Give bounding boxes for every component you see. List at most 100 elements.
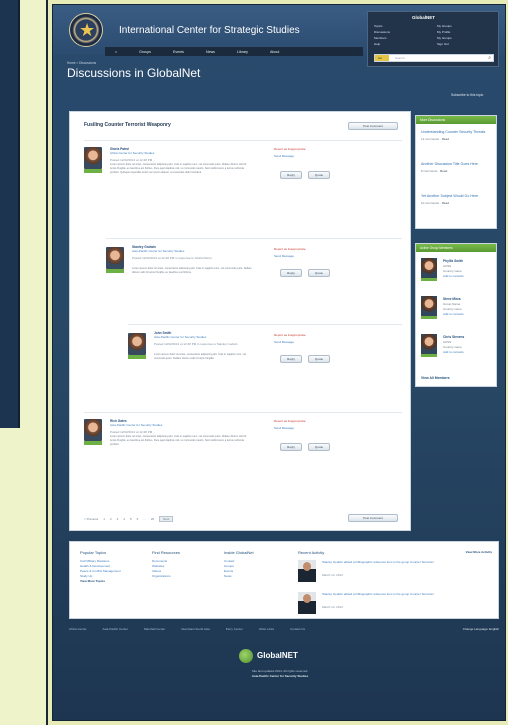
post: John Smith Asia-Pacific Center for Secur… [128,324,402,398]
quote-button[interactable]: Quote [308,443,330,451]
bottom-nav-link[interactable]: Contact Us [290,627,305,631]
reply-button[interactable]: Reply [280,269,302,277]
bottom-nav-link[interactable]: Other Links [259,627,274,631]
report-link[interactable]: Report as Inappropriate [274,247,306,251]
bottom-nav-link[interactable]: Africa Center [69,627,87,631]
footer-link[interactable]: View More Topics [80,579,121,584]
avatar[interactable] [421,334,437,354]
globalnet-link[interactable]: Sign Out [437,42,494,46]
post-org[interactable]: Asia-Pacific Center for Security Studies [132,249,184,253]
send-message-link[interactable]: Send Message [274,154,294,158]
activity-date: March 14, 2014 [322,573,343,577]
related-title[interactable]: Yet Another Subject Would Go Here [421,194,493,199]
globalnet-link[interactable]: My Profile [437,30,494,34]
avatar[interactable] [298,560,316,582]
read-link[interactable]: Read [440,169,447,173]
add-contact-link[interactable]: Add to contacts [443,350,464,354]
member-badge [421,354,437,357]
related-title[interactable]: Understanding Counter Security Threats [421,130,493,135]
avatar[interactable] [298,592,316,614]
quote-button[interactable]: Quote [308,171,330,179]
quote-button[interactable]: Quote [308,355,330,363]
post-body: Lorem ipsum dolor sit amet, consectetur … [132,267,252,274]
globalnet-link[interactable]: My Groups [437,36,494,40]
bottom-nav-link[interactable]: Near East South Asia [181,627,210,631]
copyright-org[interactable]: Asia-Pacific Center for Security Studies [252,674,309,678]
nav-item[interactable]: Events [173,50,184,54]
center-seal-logo: ★ [69,13,103,47]
home-icon[interactable]: ⌂ [115,50,117,54]
pager-page[interactable]: 20 [151,517,154,521]
pager-page[interactable]: 4 [123,517,125,521]
post-org[interactable]: Africa Center for Security Studies [110,151,154,155]
reply-button[interactable]: Reply [280,355,302,363]
related-meta: 8 comments [421,169,438,173]
member-name[interactable]: Steve Mirza [443,297,461,301]
pager-previous[interactable]: < Previous [84,517,98,521]
bottom-nav-link[interactable]: Perry Center [226,627,243,631]
nav-item[interactable]: About [270,50,279,54]
member-country: Country name [443,307,462,311]
post-comment-button[interactable]: Post Comment [348,122,398,130]
avatar[interactable] [84,147,102,169]
activity-text[interactable]: Stanley Godwin added a bibliographic ref… [322,592,490,596]
report-link[interactable]: Report as Inappropriate [274,419,306,423]
pager-page[interactable]: 2 [110,517,112,521]
send-message-link[interactable]: Send Message [274,426,294,430]
globalnet-link[interactable]: Members [374,36,431,40]
reply-button[interactable]: Reply [280,171,302,179]
report-link[interactable]: Report as Inappropriate [274,147,306,151]
search-input[interactable]: Go Search ⌕ [374,54,494,62]
quote-button[interactable]: Quote [308,269,330,277]
pager-page[interactable]: 1 [103,517,105,521]
related-item[interactable]: Another Discussion Title Goes Here 8 com… [421,162,493,173]
globalnet-logo: GlobalNET [239,649,319,663]
post-org[interactable]: Asia-Pacific Center for Security Studies [154,335,206,339]
avatar[interactable] [421,296,437,316]
pager-page[interactable]: 5 [130,517,132,521]
read-link[interactable]: Read [442,137,449,141]
globalnet-link[interactable]: Help [374,42,431,46]
language-selector[interactable]: Change Language: English [463,627,499,631]
post-comment-button[interactable]: Post Comment [348,514,398,522]
view-more-activity-link[interactable]: View More Activity [466,550,492,554]
globalnet-link[interactable]: Discussions [374,30,431,34]
search-icon[interactable]: ⌕ [488,55,491,61]
footer-heading: Inside GlobalNet [224,550,254,555]
nav-item[interactable]: Library [237,50,248,54]
activity-text[interactable]: Stanley Godwin added a bibliographic ref… [322,560,490,564]
breadcrumb[interactable]: Home > Discussions [67,61,96,65]
avatar[interactable] [128,333,146,355]
pager-page[interactable]: 6 [137,517,139,521]
member-name[interactable]: Chris Stevens [443,335,464,339]
member-name[interactable]: Phyllis Smith [443,259,463,263]
add-contact-link[interactable]: Add to contacts [443,312,464,316]
reply-button[interactable]: Reply [280,443,302,451]
view-all-members-link[interactable]: View All Members [421,376,450,380]
globalnet-link[interactable]: Topics [374,24,431,28]
send-message-link[interactable]: Send Message [274,254,294,258]
send-message-link[interactable]: Send Message [274,340,294,344]
avatar[interactable] [421,258,437,278]
related-item[interactable]: Understanding Counter Security Threats 1… [421,130,493,141]
add-contact-link[interactable]: Add to contacts [443,274,464,278]
post-body: Lorem ipsum dolor sit amet, consectetur … [110,435,247,446]
avatar[interactable] [84,419,102,441]
read-link[interactable]: Read [442,201,449,205]
report-link[interactable]: Report as Inappropriate [274,333,306,337]
footer-link[interactable]: Organizations [152,574,180,579]
footer-link[interactable]: News [224,574,254,579]
nav-item[interactable]: Groups [139,50,151,54]
post-org[interactable]: Asia-Pacific Center for Security Studies [110,423,162,427]
nav-item[interactable]: News [206,50,215,54]
related-item[interactable]: Yet Another Subject Would Go Here 10 com… [421,194,493,205]
pager-page[interactable]: 3 [117,517,119,521]
globalnet-link[interactable]: My Groups [437,24,494,28]
avatar[interactable] [106,247,124,269]
bottom-nav-link[interactable]: Marshall Center [144,627,165,631]
bottom-nav-link[interactable]: Asia-Pacific Center [103,627,129,631]
related-title[interactable]: Another Discussion Title Goes Here [421,162,493,167]
pager-next-button[interactable]: Next [159,516,174,522]
subscribe-link[interactable]: Subscribe to this topic [451,93,483,97]
search-go-button[interactable]: Go [375,55,389,61]
